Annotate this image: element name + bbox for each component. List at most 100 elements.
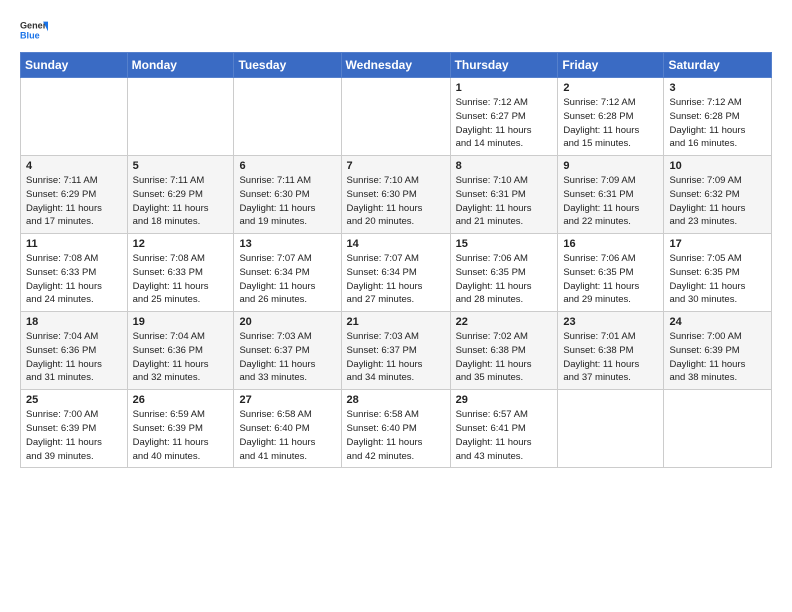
day-number: 1 — [456, 82, 553, 94]
calendar-cell: 22 Sunrise: 7:02 AM Sunset: 6:38 PM Dayli… — [450, 312, 558, 390]
calendar-table: SundayMondayTuesdayWednesdayThursdayFrid… — [20, 52, 772, 468]
calendar-cell: 20 Sunrise: 7:03 AM Sunset: 6:37 PM Dayli… — [234, 312, 341, 390]
logo-icon: General Blue — [20, 16, 48, 44]
calendar-cell: 25 Sunrise: 7:00 AM Sunset: 6:39 PM Dayli… — [21, 390, 128, 468]
day-info: Sunrise: 7:08 AM Sunset: 6:33 PM Dayligh… — [26, 252, 122, 307]
calendar-cell: 15 Sunrise: 7:06 AM Sunset: 6:35 PM Dayli… — [450, 234, 558, 312]
day-info: Sunrise: 7:03 AM Sunset: 6:37 PM Dayligh… — [347, 330, 445, 385]
calendar-cell: 21Sunrise: 7:03 AM Sunset: 6:37 PM Dayli… — [341, 312, 450, 390]
day-number: 18 — [26, 316, 122, 328]
day-number: 23 — [563, 316, 658, 328]
day-number: 5 — [133, 160, 229, 172]
day-info: Sunrise: 7:02 AM Sunset: 6:38 PM Dayligh… — [456, 330, 553, 385]
calendar-cell: 8Sunrise: 7:10 AM Sunset: 6:31 PM Daylig… — [450, 156, 558, 234]
day-number: 4 — [26, 160, 122, 172]
day-info: Sunrise: 7:01 AM Sunset: 6:38 PM Dayligh… — [563, 330, 658, 385]
calendar-cell: 26 Sunrise: 6:59 AM Sunset: 6:39 PM Dayli… — [127, 390, 234, 468]
calendar-cell: 12Sunrise: 7:08 AM Sunset: 6:33 PM Dayli… — [127, 234, 234, 312]
calendar-cell: 3 Sunrise: 7:12 AM Sunset: 6:28 PM Daylig… — [664, 78, 772, 156]
calendar-cell: 28 Sunrise: 6:58 AM Sunset: 6:40 PM Dayli… — [341, 390, 450, 468]
day-info: Sunrise: 7:08 AM Sunset: 6:33 PM Dayligh… — [133, 252, 229, 307]
calendar-cell: 17 Sunrise: 7:05 AM Sunset: 6:35 PM Dayli… — [664, 234, 772, 312]
day-info: Sunrise: 7:03 AM Sunset: 6:37 PM Dayligh… — [239, 330, 335, 385]
calendar-cell: 4Sunrise: 7:11 AM Sunset: 6:29 PM Daylig… — [21, 156, 128, 234]
calendar-cell: 13 Sunrise: 7:07 AM Sunset: 6:34 PM Dayli… — [234, 234, 341, 312]
page-header: General Blue — [20, 16, 772, 44]
day-info: Sunrise: 7:07 AM Sunset: 6:34 PM Dayligh… — [239, 252, 335, 307]
day-info: Sunrise: 7:12 AM Sunset: 6:28 PM Dayligh… — [563, 96, 658, 151]
calendar-cell — [558, 390, 664, 468]
calendar-header: SundayMondayTuesdayWednesdayThursdayFrid… — [21, 53, 772, 78]
calendar-cell: 24 Sunrise: 7:00 AM Sunset: 6:39 PM Dayli… — [664, 312, 772, 390]
calendar-week-2: 4 Sunrise: 7:11 AM Sunset: 6:29 PM Daylig… — [21, 156, 772, 234]
day-info: Sunrise: 7:06 AM Sunset: 6:35 PM Dayligh… — [456, 252, 553, 307]
calendar-cell: 1 Sunrise: 7:12 AM Sunset: 6:27 PM Daylig… — [450, 78, 558, 156]
day-info: Sunrise: 6:58 AM Sunset: 6:40 PM Dayligh… — [347, 408, 445, 463]
day-info: Sunrise: 6:57 AM Sunset: 6:41 PM Dayligh… — [456, 408, 553, 463]
day-info: Sunrise: 7:12 AM Sunset: 6:27 PM Dayligh… — [456, 96, 553, 151]
calendar-cell — [341, 78, 450, 156]
day-info: Sunrise: 7:04 AM Sunset: 6:36 PM Dayligh… — [133, 330, 229, 385]
calendar-week-1: 1 Sunrise: 7:12 AM Sunset: 6:27 PM Daylig… — [21, 78, 772, 156]
day-number: 17 — [669, 238, 766, 250]
calendar-body: 1 Sunrise: 7:12 AM Sunset: 6:27 PM Daylig… — [21, 78, 772, 468]
day-number: 25 — [26, 394, 122, 406]
svg-text:Blue: Blue — [20, 30, 40, 40]
day-info: Sunrise: 7:11 AM Sunset: 6:29 PM Dayligh… — [133, 174, 229, 229]
day-info: Sunrise: 7:07 AM Sunset: 6:34 PM Dayligh… — [347, 252, 445, 307]
day-number: 6 — [239, 160, 335, 172]
day-number: 19 — [133, 316, 229, 328]
day-number: 27 — [239, 394, 335, 406]
logo: General Blue — [20, 16, 48, 44]
weekday-header-friday: Friday — [558, 53, 664, 78]
calendar-cell: 14Sunrise: 7:07 AM Sunset: 6:34 PM Dayli… — [341, 234, 450, 312]
day-number: 11 — [26, 238, 122, 250]
day-info: Sunrise: 7:06 AM Sunset: 6:35 PM Dayligh… — [563, 252, 658, 307]
day-number: 28 — [347, 394, 445, 406]
calendar-cell — [127, 78, 234, 156]
day-number: 20 — [239, 316, 335, 328]
day-number: 7 — [347, 160, 445, 172]
day-info: Sunrise: 7:10 AM Sunset: 6:30 PM Dayligh… — [347, 174, 445, 229]
day-number: 26 — [133, 394, 229, 406]
calendar-cell: 9 Sunrise: 7:09 AM Sunset: 6:31 PM Daylig… — [558, 156, 664, 234]
day-number: 22 — [456, 316, 553, 328]
day-info: Sunrise: 6:58 AM Sunset: 6:40 PM Dayligh… — [239, 408, 335, 463]
day-number: 29 — [456, 394, 553, 406]
weekday-header-wednesday: Wednesday — [341, 53, 450, 78]
weekday-header-sunday: Sunday — [21, 53, 128, 78]
calendar-cell: 19 Sunrise: 7:04 AM Sunset: 6:36 PM Dayli… — [127, 312, 234, 390]
day-number: 3 — [669, 82, 766, 94]
calendar-cell: 27 Sunrise: 6:58 AM Sunset: 6:40 PM Dayli… — [234, 390, 341, 468]
day-info: Sunrise: 6:59 AM Sunset: 6:39 PM Dayligh… — [133, 408, 229, 463]
day-number: 10 — [669, 160, 766, 172]
day-info: Sunrise: 7:12 AM Sunset: 6:28 PM Dayligh… — [669, 96, 766, 151]
calendar-cell — [664, 390, 772, 468]
day-info: Sunrise: 7:10 AM Sunset: 6:31 PM Dayligh… — [456, 174, 553, 229]
weekday-header-saturday: Saturday — [664, 53, 772, 78]
calendar-cell: 23 Sunrise: 7:01 AM Sunset: 6:38 PM Dayli… — [558, 312, 664, 390]
day-info: Sunrise: 7:09 AM Sunset: 6:32 PM Dayligh… — [669, 174, 766, 229]
calendar-cell: 7 Sunrise: 7:10 AM Sunset: 6:30 PM Daylig… — [341, 156, 450, 234]
day-info: Sunrise: 7:04 AM Sunset: 6:36 PM Dayligh… — [26, 330, 122, 385]
calendar-cell — [21, 78, 128, 156]
calendar-cell: 10 Sunrise: 7:09 AM Sunset: 6:32 PM Dayli… — [664, 156, 772, 234]
day-number: 24 — [669, 316, 766, 328]
calendar-cell: 2 Sunrise: 7:12 AM Sunset: 6:28 PM Daylig… — [558, 78, 664, 156]
calendar-cell: 29 Sunrise: 6:57 AM Sunset: 6:41 PM Dayli… — [450, 390, 558, 468]
day-number: 2 — [563, 82, 658, 94]
calendar-cell — [234, 78, 341, 156]
day-number: 16 — [563, 238, 658, 250]
day-number: 15 — [456, 238, 553, 250]
calendar-cell: 11 Sunrise: 7:08 AM Sunset: 6:33 PM Dayli… — [21, 234, 128, 312]
day-number: 13 — [239, 238, 335, 250]
day-info: Sunrise: 7:05 AM Sunset: 6:35 PM Dayligh… — [669, 252, 766, 307]
calendar-cell: 5 Sunrise: 7:11 AM Sunset: 6:29 PM Daylig… — [127, 156, 234, 234]
day-info: Sunrise: 7:00 AM Sunset: 6:39 PM Dayligh… — [669, 330, 766, 385]
day-info: Sunrise: 7:09 AM Sunset: 6:31 PM Dayligh… — [563, 174, 658, 229]
day-number: 9 — [563, 160, 658, 172]
weekday-header-row: SundayMondayTuesdayWednesdayThursdayFrid… — [21, 53, 772, 78]
weekday-header-tuesday: Tuesday — [234, 53, 341, 78]
day-info: Sunrise: 7:00 AM Sunset: 6:39 PM Dayligh… — [26, 408, 122, 463]
calendar-week-5: 25 Sunrise: 7:00 AM Sunset: 6:39 PM Dayli… — [21, 390, 772, 468]
